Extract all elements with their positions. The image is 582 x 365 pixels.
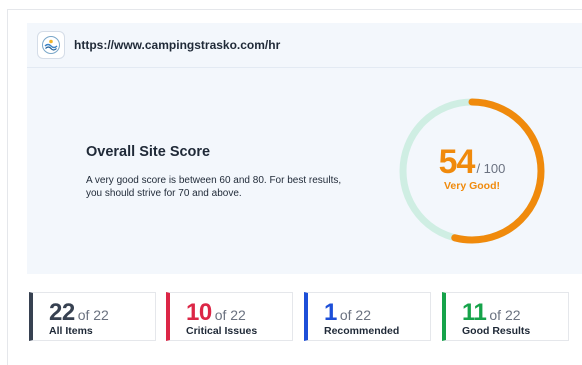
stat-card-recommended[interactable]: 1 of 22 Recommended (304, 292, 431, 341)
stat-value: 10 (186, 299, 212, 326)
stat-value: 1 (324, 299, 337, 326)
stat-label: Critical Issues (186, 325, 258, 337)
frame-left-border (7, 9, 8, 365)
site-header: https://www.campingstrasko.com/hr (27, 23, 582, 68)
score-panel: Overall Site Score A very good score is … (27, 68, 582, 274)
stat-label: All Items (49, 325, 93, 337)
gauge-center: 54/ 100 Very Good! (396, 143, 548, 192)
score-gauge: 54/ 100 Very Good! (396, 95, 548, 247)
stat-value: 11 (462, 299, 487, 326)
site-url[interactable]: https://www.campingstrasko.com/hr (74, 38, 280, 52)
stat-of: of 22 (214, 307, 246, 323)
score-description: A very good score is between 60 and 80. … (86, 175, 342, 199)
stat-of: of 22 (339, 307, 371, 323)
stat-card-all-items[interactable]: 22 of 22 All Items (29, 292, 156, 341)
stat-label: Good Results (462, 325, 531, 337)
score-max: / 100 (476, 161, 506, 176)
score-title: Overall Site Score (86, 144, 211, 160)
stat-value: 22 (49, 299, 75, 326)
stat-card-good-results[interactable]: 11 of 22 Good Results (442, 292, 569, 341)
score-rating: Very Good! (443, 180, 500, 192)
score-value: 54 (438, 143, 476, 181)
stat-card-critical-issues[interactable]: 10 of 22 Critical Issues (166, 292, 293, 341)
frame-top-border (7, 9, 582, 10)
stat-of: of 22 (77, 307, 109, 323)
stat-of: of 22 (489, 307, 521, 323)
stat-label: Recommended (324, 325, 400, 337)
camping-logo-icon (37, 31, 65, 59)
